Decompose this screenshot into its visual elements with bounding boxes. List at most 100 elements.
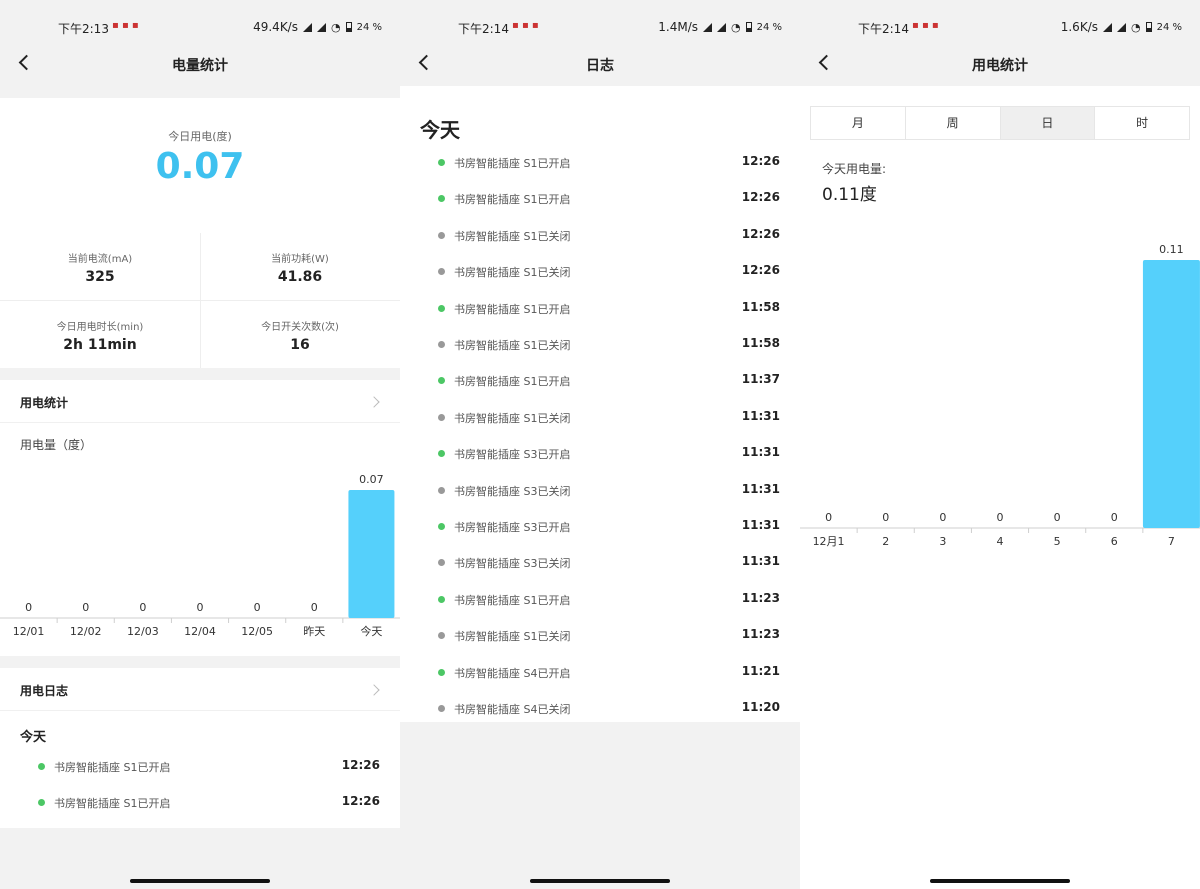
signal-icon (302, 22, 312, 32)
log-entry-text: 书房智能插座 S1已开启 (54, 797, 171, 810)
status-dot-icon (438, 413, 445, 421)
divider (0, 710, 400, 711)
x-tick-label: 昨天 (303, 625, 325, 638)
status-dot-icon (438, 632, 445, 640)
log-entry-text: 书房智能插座 S1已关闭 (454, 229, 571, 243)
x-tick-label: 今天 (360, 624, 382, 638)
stat-value: 41.86 (277, 269, 323, 285)
network-speed: 49.4K/s (253, 20, 298, 34)
log-entry: 书房智能插座 S4已关闭 11:20 (438, 700, 780, 720)
wifi-icon: ◔ (330, 20, 341, 34)
notification-icon: ▪ ▪ ▪ (512, 20, 539, 31)
log-entry-time: 12:26 (741, 190, 780, 205)
bar-value-label: 0 (825, 511, 832, 524)
log-entry-time: 11:31 (741, 518, 780, 532)
log-section-title[interactable]: 用电日志 (20, 682, 68, 699)
status-dot-icon (438, 595, 445, 603)
stat-value: 325 (85, 269, 115, 285)
today-usage-card: 今日用电(度) 0.07 当前电流(mA) 325 当前功耗(W) 41.86 … (0, 98, 400, 368)
screen-usage-stats: 下午2:14 ▪ ▪ ▪ 1.6K/s ◔ 24 % 用电统计 月 周 日 时 … (800, 0, 1200, 889)
bar-value-label: 0 (1111, 511, 1118, 524)
power-stat: 当前功耗(W) 41.86 (200, 250, 400, 285)
log-list: 今天 书房智能插座 S1已开启 12:26 书房智能插座 S1已开启 12:26 书房智… (400, 86, 800, 722)
status-dot-icon (438, 450, 445, 458)
tab-week[interactable]: 周 (906, 107, 1001, 139)
bar-value-label: 0.11 (1159, 243, 1184, 256)
tab-month[interactable]: 月 (811, 107, 906, 139)
log-entry-text: 书房智能插座 S1已关闭 (454, 630, 571, 644)
log-entry-time: 11:23 (741, 627, 780, 642)
bar-value-label: 0 (997, 511, 1004, 524)
screen-log: 下午2:14 ▪ ▪ ▪ 1.4M/s ◔ 24 % 日志 今天 书房智能插座 … (400, 0, 800, 889)
notification-icon: ▪ ▪ ▪ (912, 20, 939, 31)
log-entry-text: 书房智能插座 S3已开启 (454, 521, 571, 534)
log-entry: 书房智能插座 S4已开启 11:21 (438, 664, 780, 684)
chevron-right-icon[interactable] (368, 396, 380, 408)
usage-stats-card: 用电统计 用电量（度） 0 12/01 0 12/02 0 12/03 0 12/04 0 12/… (0, 380, 400, 656)
battery-icon (1145, 22, 1152, 32)
tab-day[interactable]: 日 (1000, 107, 1096, 139)
bar-value-label: 0 (311, 601, 318, 614)
x-tick-label: 2 (882, 535, 889, 548)
x-tick-label: 12/04 (184, 625, 216, 638)
page-title: 用电统计 (972, 58, 1028, 74)
status-bar: 下午2:14 ▪ ▪ ▪ 1.4M/s ◔ 24 % (400, 0, 800, 42)
log-entry-text: 书房智能插座 S3已关闭 (454, 484, 571, 498)
battery-icon (345, 22, 352, 32)
nav-bar: 用电统计 (800, 42, 1200, 86)
chevron-right-icon[interactable] (368, 684, 380, 696)
log-entry: 书房智能插座 S3已开启 11:31 (438, 445, 780, 465)
wifi-icon: ◔ (730, 20, 741, 34)
home-indicator[interactable] (530, 879, 670, 883)
battery-percent: 24 % (356, 21, 382, 33)
log-entry-time: 12:26 (741, 263, 780, 278)
log-entry: 书房智能插座 S1已关闭 11:58 (438, 336, 780, 356)
status-dot-icon (438, 523, 445, 530)
log-entry-time: 11:37 (741, 372, 780, 387)
log-entry: 书房智能插座 S1已关闭 12:26 (438, 263, 780, 283)
log-entry-time: 11:23 (741, 590, 780, 605)
usage-section-title[interactable]: 用电统计 (20, 394, 68, 411)
bar (348, 490, 395, 618)
log-entry-time: 11:58 (741, 336, 780, 350)
usage-bar-chart: 0 12/01 0 12/02 0 12/03 0 12/04 0 12/05 0 昨天 0.07 今天 (0, 473, 400, 638)
log-entry-text: 书房智能插座 S1已关闭 (454, 266, 571, 280)
log-entry: 书房智能插座 S1已开启 11:58 (438, 300, 780, 320)
status-dot-icon (438, 377, 445, 385)
stat-label: 今日开关次数(次) (261, 322, 339, 333)
log-entry: 书房智能插座 S1已开启 11:37 (438, 372, 780, 392)
log-entry-text: 书房智能插座 S1已开启 (54, 761, 171, 774)
signal-icon (316, 22, 326, 32)
period-tabs: 月 周 日 时 (810, 106, 1190, 140)
today-usage-label: 今天用电量: (822, 162, 887, 176)
status-dot-icon (438, 231, 445, 239)
today-usage-label: 今日用电(度) (168, 130, 232, 143)
home-indicator[interactable] (930, 879, 1070, 883)
divider (0, 300, 400, 301)
log-entry-time: 11:31 (741, 481, 780, 496)
x-tick-label: 4 (997, 535, 1004, 548)
screen-power-stats: 下午2:13 ▪ ▪ ▪ 49.4K/s ◔ 24 % 电量统计 今日用电(度)… (0, 0, 400, 889)
stat-label: 今日用电时长(min) (56, 322, 144, 333)
network-speed: 1.4M/s (658, 20, 698, 34)
bar-value-label: 0 (939, 511, 946, 524)
x-tick-label: 6 (1111, 535, 1118, 548)
log-entry-time: 12:26 (341, 794, 380, 808)
log-entry: 书房智能插座 S1已开启 12:26 (438, 154, 780, 174)
stat-value: 16 (290, 337, 310, 353)
x-tick-label: 7 (1168, 535, 1175, 548)
wifi-icon: ◔ (1130, 20, 1141, 34)
stat-value: 2h 11min (63, 337, 137, 353)
status-dot-icon (438, 559, 445, 567)
log-entry: 书房智能插座 S1已开启 12:26 (38, 794, 380, 814)
bar-value-label: 0 (882, 511, 889, 524)
status-dot-icon (438, 159, 445, 166)
log-entry: 书房智能插座 S1已关闭 11:31 (438, 409, 780, 429)
usage-chart-title: 用电量（度） (20, 438, 93, 452)
log-entry-text: 书房智能插座 S1已开启 (454, 302, 571, 316)
tab-hour[interactable]: 时 (1095, 107, 1189, 139)
log-entry-text: 书房智能插座 S1已开启 (454, 593, 571, 607)
home-indicator[interactable] (130, 879, 270, 883)
stat-label: 当前电流(mA) (67, 254, 133, 265)
duration-stat: 今日用电时长(min) 2h 11min (0, 318, 200, 353)
